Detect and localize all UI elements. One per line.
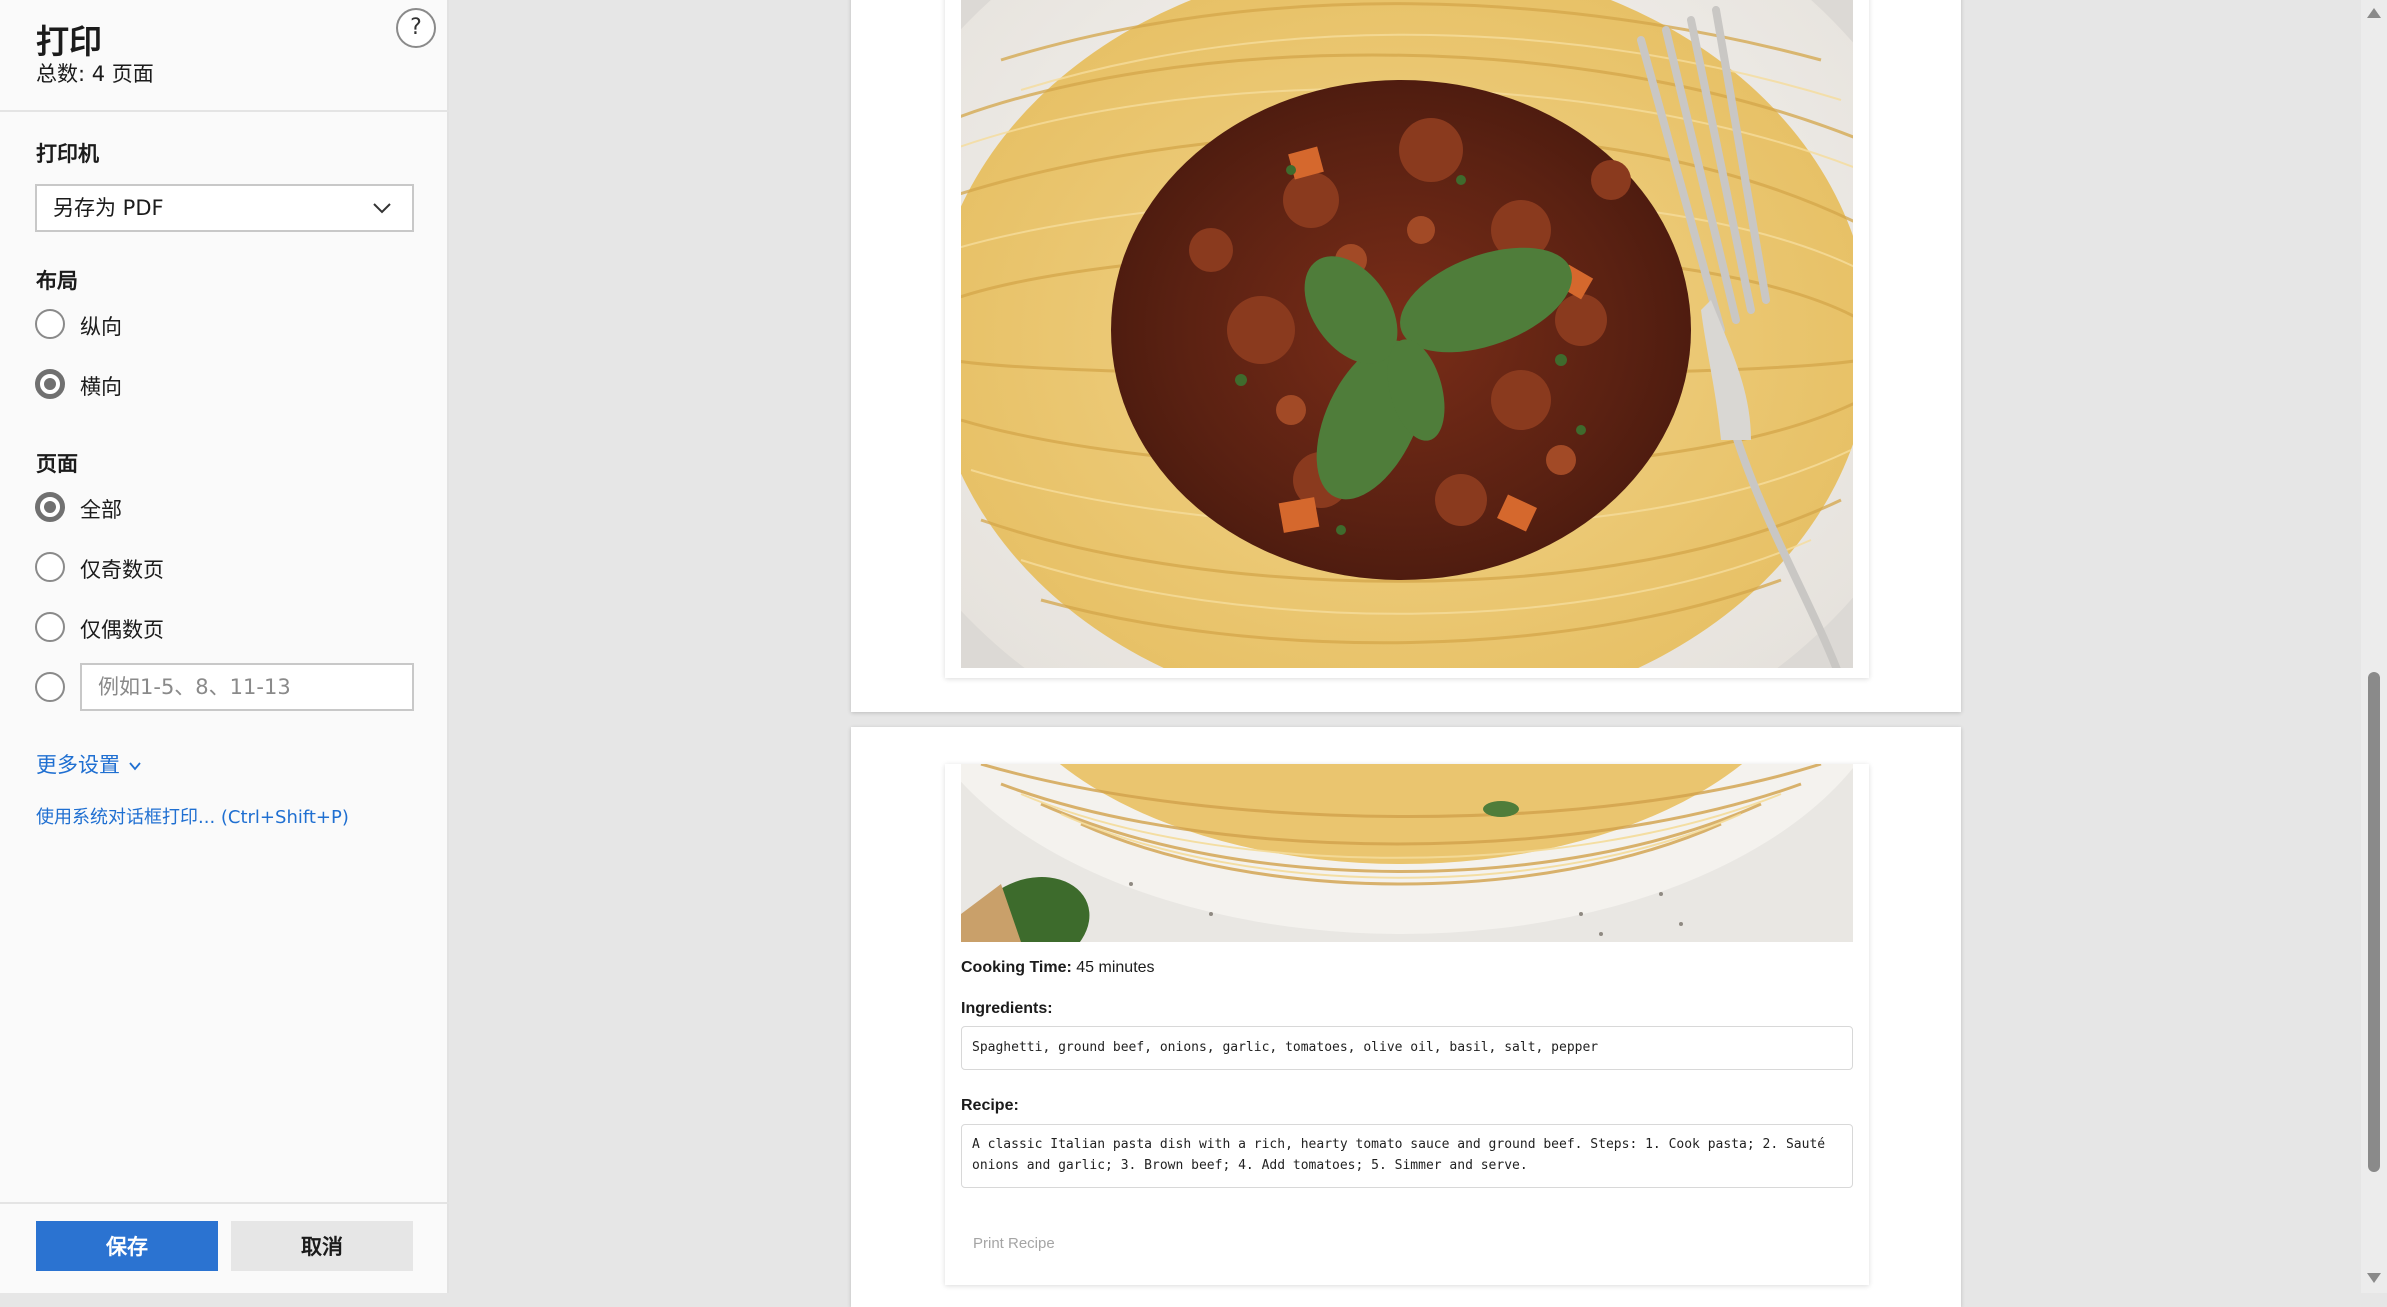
system-dialog-link[interactable]: 使用系统对话框打印... (Ctrl+Shift+P): [36, 803, 349, 829]
recipe-field: A classic Italian pasta dish with a rich…: [961, 1124, 1853, 1188]
print-settings-panel: 打印 总数: 4 页面 ? 打印机 另存为 PDF 布局 纵向 横向 页面 全部…: [0, 0, 449, 1293]
printer-heading: 打印机: [36, 142, 99, 166]
ingredients-heading: Ingredients:: [961, 1000, 1053, 1017]
radio-portrait[interactable]: [35, 309, 65, 339]
preview-page-1: [851, 0, 1961, 712]
cooking-time: Cooking Time: 45 minutes: [961, 959, 1155, 977]
recipe-card: [945, 0, 1869, 678]
print-recipe-button: Print Recipe: [973, 1235, 1055, 1252]
radio-all-pages[interactable]: [35, 492, 65, 522]
ingredients-field: Spaghetti, ground beef, onions, garlic, …: [961, 1026, 1853, 1070]
divider: [0, 110, 449, 112]
radio-odd-pages[interactable]: [35, 552, 65, 582]
scroll-up-arrow-icon[interactable]: [2367, 8, 2381, 18]
custom-pages-input[interactable]: [80, 663, 414, 711]
cooking-time-label: Cooking Time:: [961, 959, 1072, 976]
portrait-label: 纵向: [80, 315, 122, 339]
spaghetti-bolognese-image: [961, 0, 1853, 668]
total-pages: 总数: 4 页面: [36, 62, 154, 86]
food-photo: [961, 764, 1853, 942]
cooking-time-value: 45 minutes: [1071, 959, 1155, 976]
chevron-down-icon: [129, 762, 141, 771]
preview-page-2: Cooking Time: 45 minutes Ingredients: Sp…: [851, 727, 1961, 1307]
spaghetti-plate-bottom-image: [961, 764, 1853, 942]
print-title: 打印: [36, 22, 102, 61]
scroll-down-arrow-icon[interactable]: [2367, 1273, 2381, 1283]
even-pages-label: 仅偶数页: [80, 618, 164, 642]
radio-landscape[interactable]: [35, 369, 65, 399]
more-settings-label: 更多设置: [36, 753, 120, 777]
scrollbar-thumb[interactable]: [2368, 672, 2380, 1172]
more-settings-link[interactable]: 更多设置: [36, 749, 142, 779]
layout-heading: 布局: [36, 269, 78, 293]
odd-pages-label: 仅奇数页: [80, 558, 164, 582]
all-pages-label: 全部: [80, 498, 122, 522]
printer-select[interactable]: 另存为 PDF: [35, 184, 414, 232]
recipe-card: Cooking Time: 45 minutes Ingredients: Sp…: [945, 764, 1869, 1285]
help-button[interactable]: ?: [396, 8, 436, 48]
pages-heading: 页面: [36, 452, 78, 476]
radio-even-pages[interactable]: [35, 612, 65, 642]
preview-scrollbar[interactable]: [2361, 0, 2387, 1293]
recipe-heading: Recipe:: [961, 1097, 1019, 1114]
printer-select-value: 另存为 PDF: [53, 196, 164, 220]
cancel-button[interactable]: 取消: [231, 1221, 413, 1271]
divider: [0, 1202, 449, 1204]
chevron-down-icon: [373, 203, 391, 214]
landscape-label: 横向: [80, 375, 122, 399]
radio-custom-pages[interactable]: [35, 672, 65, 702]
save-button[interactable]: 保存: [36, 1221, 218, 1271]
food-photo: [961, 0, 1853, 668]
